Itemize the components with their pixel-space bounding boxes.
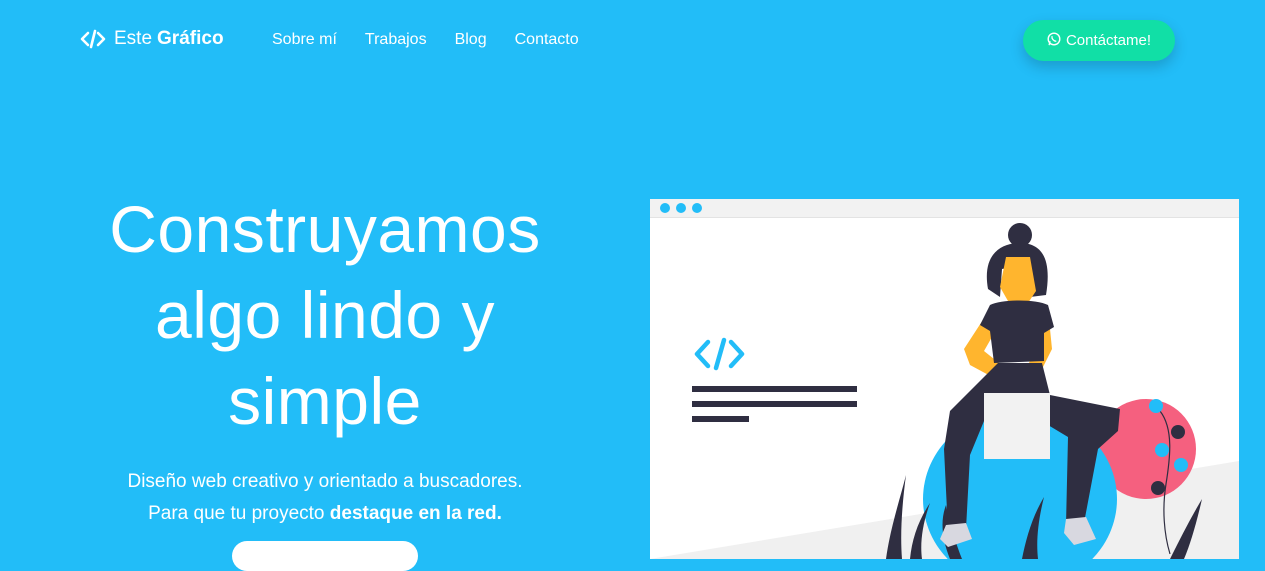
woman-illustration: [650, 223, 1239, 559]
hero-subtitle-line-1: Diseño web creativo y orientado a buscad…: [127, 471, 523, 492]
nav-link-trabajos[interactable]: Trabajos: [365, 31, 427, 49]
hero-text: Construyamos algo lindo y simple Diseño …: [40, 186, 610, 530]
nav-link-contacto[interactable]: Contacto: [515, 31, 579, 49]
hero-title: Construyamos algo lindo y simple: [40, 186, 610, 444]
hero-title-line-3: simple: [228, 364, 422, 438]
hero-subtitle-line-2: Para que tu proyecto destaque en la red.: [40, 498, 610, 530]
brand-name-light: Este: [114, 28, 153, 49]
brand-name-bold: Gráfico: [157, 28, 224, 49]
hero-subtitle-prefix: Para que tu proyecto: [148, 503, 330, 524]
nav-link-sobre-mi[interactable]: Sobre mí: [272, 31, 337, 49]
nav-menu: Sobre mí Trabajos Blog Contacto: [272, 31, 579, 49]
navbar: Este Gráfico Sobre mí Trabajos Blog Cont…: [0, 0, 1265, 82]
hero-subtitle: Diseño web creativo y orientado a buscad…: [40, 466, 610, 530]
brand-logo[interactable]: Este Gráfico: [80, 28, 224, 50]
contact-button[interactable]: Contáctame!: [1023, 20, 1175, 61]
hero-title-line-1: Construyamos: [109, 192, 541, 266]
nav-link-blog[interactable]: Blog: [455, 31, 487, 49]
whatsapp-icon: [1047, 31, 1061, 50]
contact-button-label: Contáctame!: [1065, 32, 1152, 49]
hero-subtitle-strong: destaque en la red.: [329, 503, 502, 524]
code-icon: [80, 29, 106, 49]
hero-title-line-2: algo lindo y: [155, 278, 495, 352]
hero-illustration: [650, 199, 1239, 559]
code-icon: [694, 337, 745, 371]
